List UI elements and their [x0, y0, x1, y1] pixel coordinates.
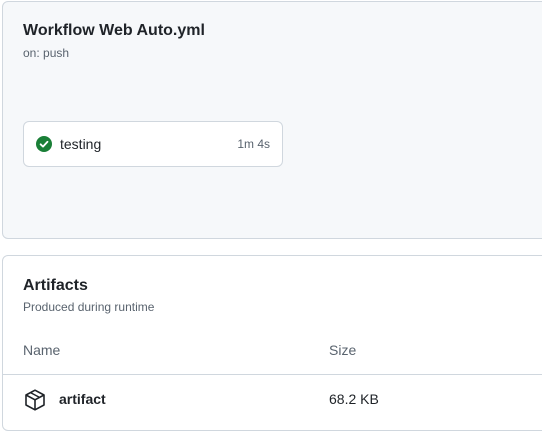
workflow-title: Workflow Web Auto.yml [23, 22, 205, 39]
table-row: artifact 68.2 KB [3, 375, 542, 431]
column-header-name: Name [23, 342, 61, 358]
artifacts-subtitle: Produced during runtime [23, 300, 155, 314]
artifacts-title: Artifacts [23, 277, 88, 294]
job-duration: 1m 4s [237, 137, 270, 151]
workflow-trigger: on: push [23, 46, 70, 60]
artifact-download-link[interactable]: artifact [59, 391, 106, 407]
artifacts-panel: Artifacts Produced during runtime Name S… [2, 255, 542, 431]
package-icon [23, 388, 47, 412]
column-header-size: Size [329, 342, 357, 358]
artifact-size: 68.2 KB [329, 391, 379, 407]
job-name: testing [60, 136, 102, 152]
job-card-testing[interactable]: testing 1m 4s [23, 121, 283, 167]
workflow-graph-panel: Workflow Web Auto.yml on: push testing 1… [2, 1, 542, 239]
check-circle-icon [36, 136, 52, 152]
